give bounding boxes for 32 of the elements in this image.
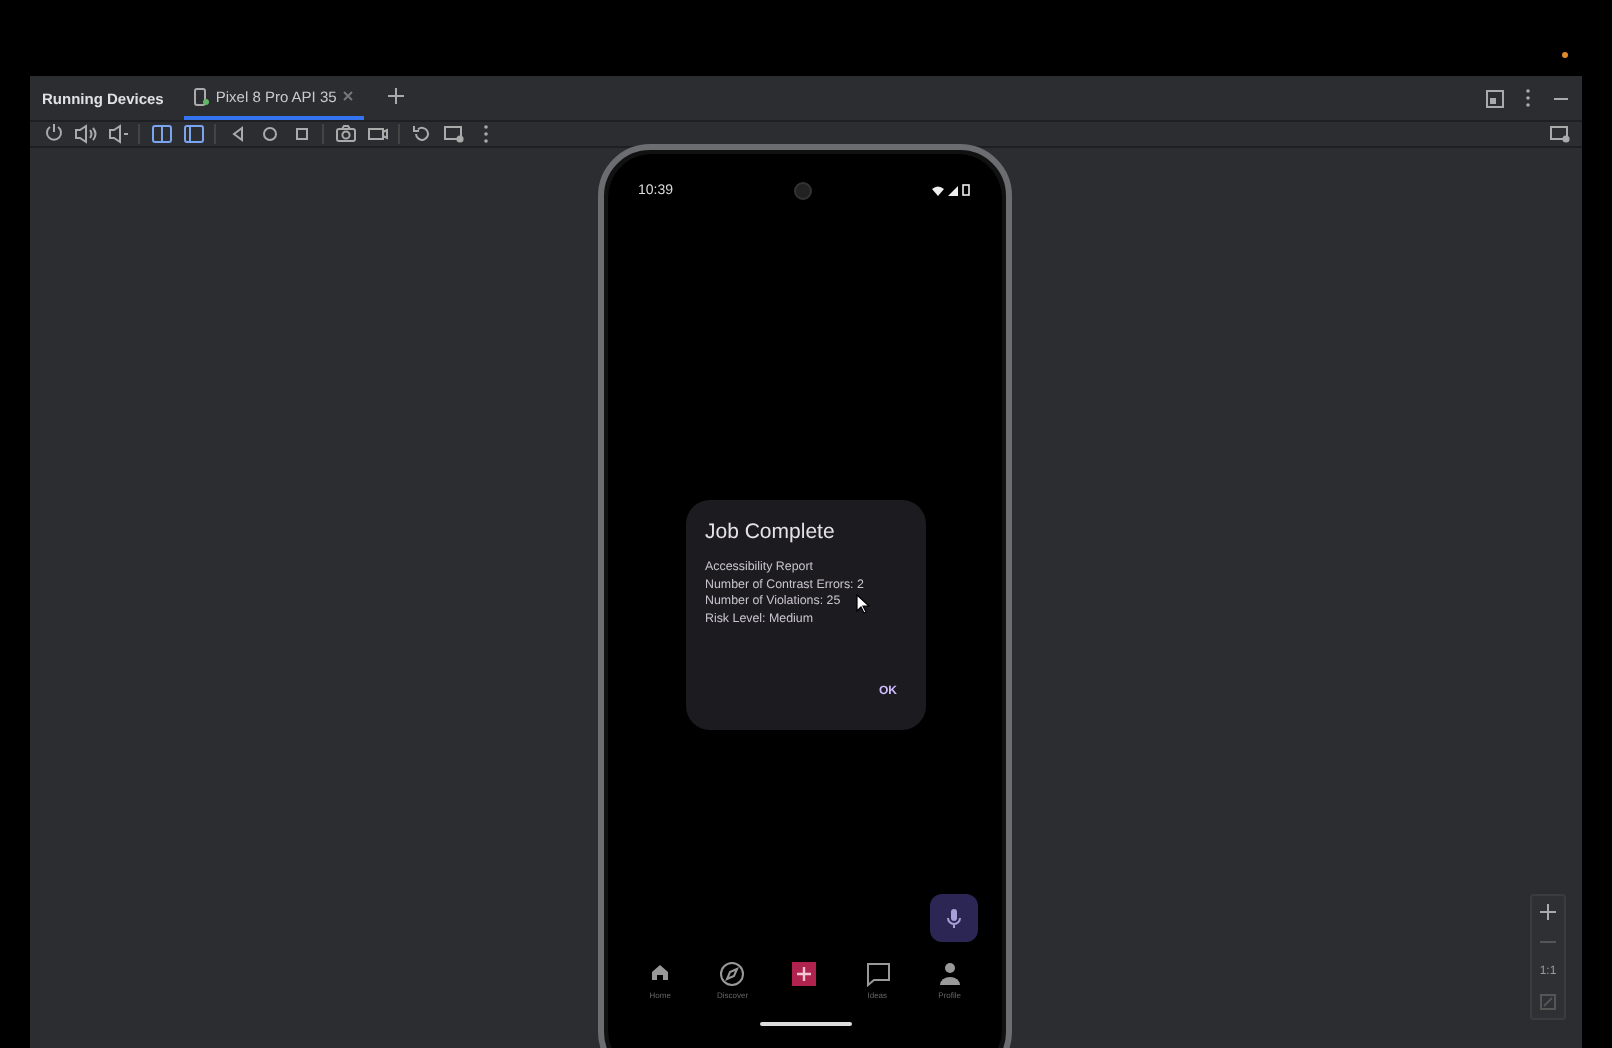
battery-icon bbox=[962, 184, 970, 196]
person-icon bbox=[935, 960, 964, 988]
microphone-icon bbox=[946, 908, 962, 928]
signal-icon bbox=[948, 185, 958, 195]
fit-screen-icon bbox=[1540, 994, 1556, 1010]
plus-icon bbox=[388, 88, 405, 104]
compass-icon bbox=[718, 960, 747, 988]
home-circle-icon[interactable] bbox=[257, 122, 281, 146]
device-settings-icon[interactable] bbox=[1547, 122, 1571, 146]
video-camera-icon[interactable] bbox=[365, 122, 389, 146]
close-icon[interactable] bbox=[342, 90, 355, 102]
chat-bubble-icon bbox=[863, 960, 892, 988]
notification-dot bbox=[1562, 52, 1568, 58]
dialog-title: Job Complete bbox=[705, 520, 837, 544]
unfold-icon[interactable] bbox=[181, 122, 205, 146]
volume-up-icon[interactable] bbox=[73, 122, 97, 146]
phone-icon bbox=[193, 87, 210, 105]
add-icon bbox=[790, 960, 819, 988]
camera-cutout-icon bbox=[793, 181, 812, 199]
camera-icon[interactable] bbox=[333, 122, 357, 146]
power-icon[interactable] bbox=[41, 122, 65, 146]
rotate-icon[interactable] bbox=[409, 122, 433, 146]
zoom-in-button[interactable] bbox=[1540, 900, 1556, 924]
plus-icon bbox=[1540, 904, 1556, 920]
window-layout-icon[interactable] bbox=[1486, 89, 1504, 107]
wifi-icon bbox=[932, 185, 944, 195]
add-tab-button[interactable] bbox=[384, 86, 409, 110]
mouse-pointer-icon bbox=[856, 594, 870, 614]
volume-down-icon[interactable] bbox=[105, 122, 129, 146]
microphone-fab[interactable] bbox=[930, 894, 978, 942]
fold-icon[interactable] bbox=[149, 122, 173, 146]
snapshot-icon[interactable] bbox=[441, 122, 465, 146]
